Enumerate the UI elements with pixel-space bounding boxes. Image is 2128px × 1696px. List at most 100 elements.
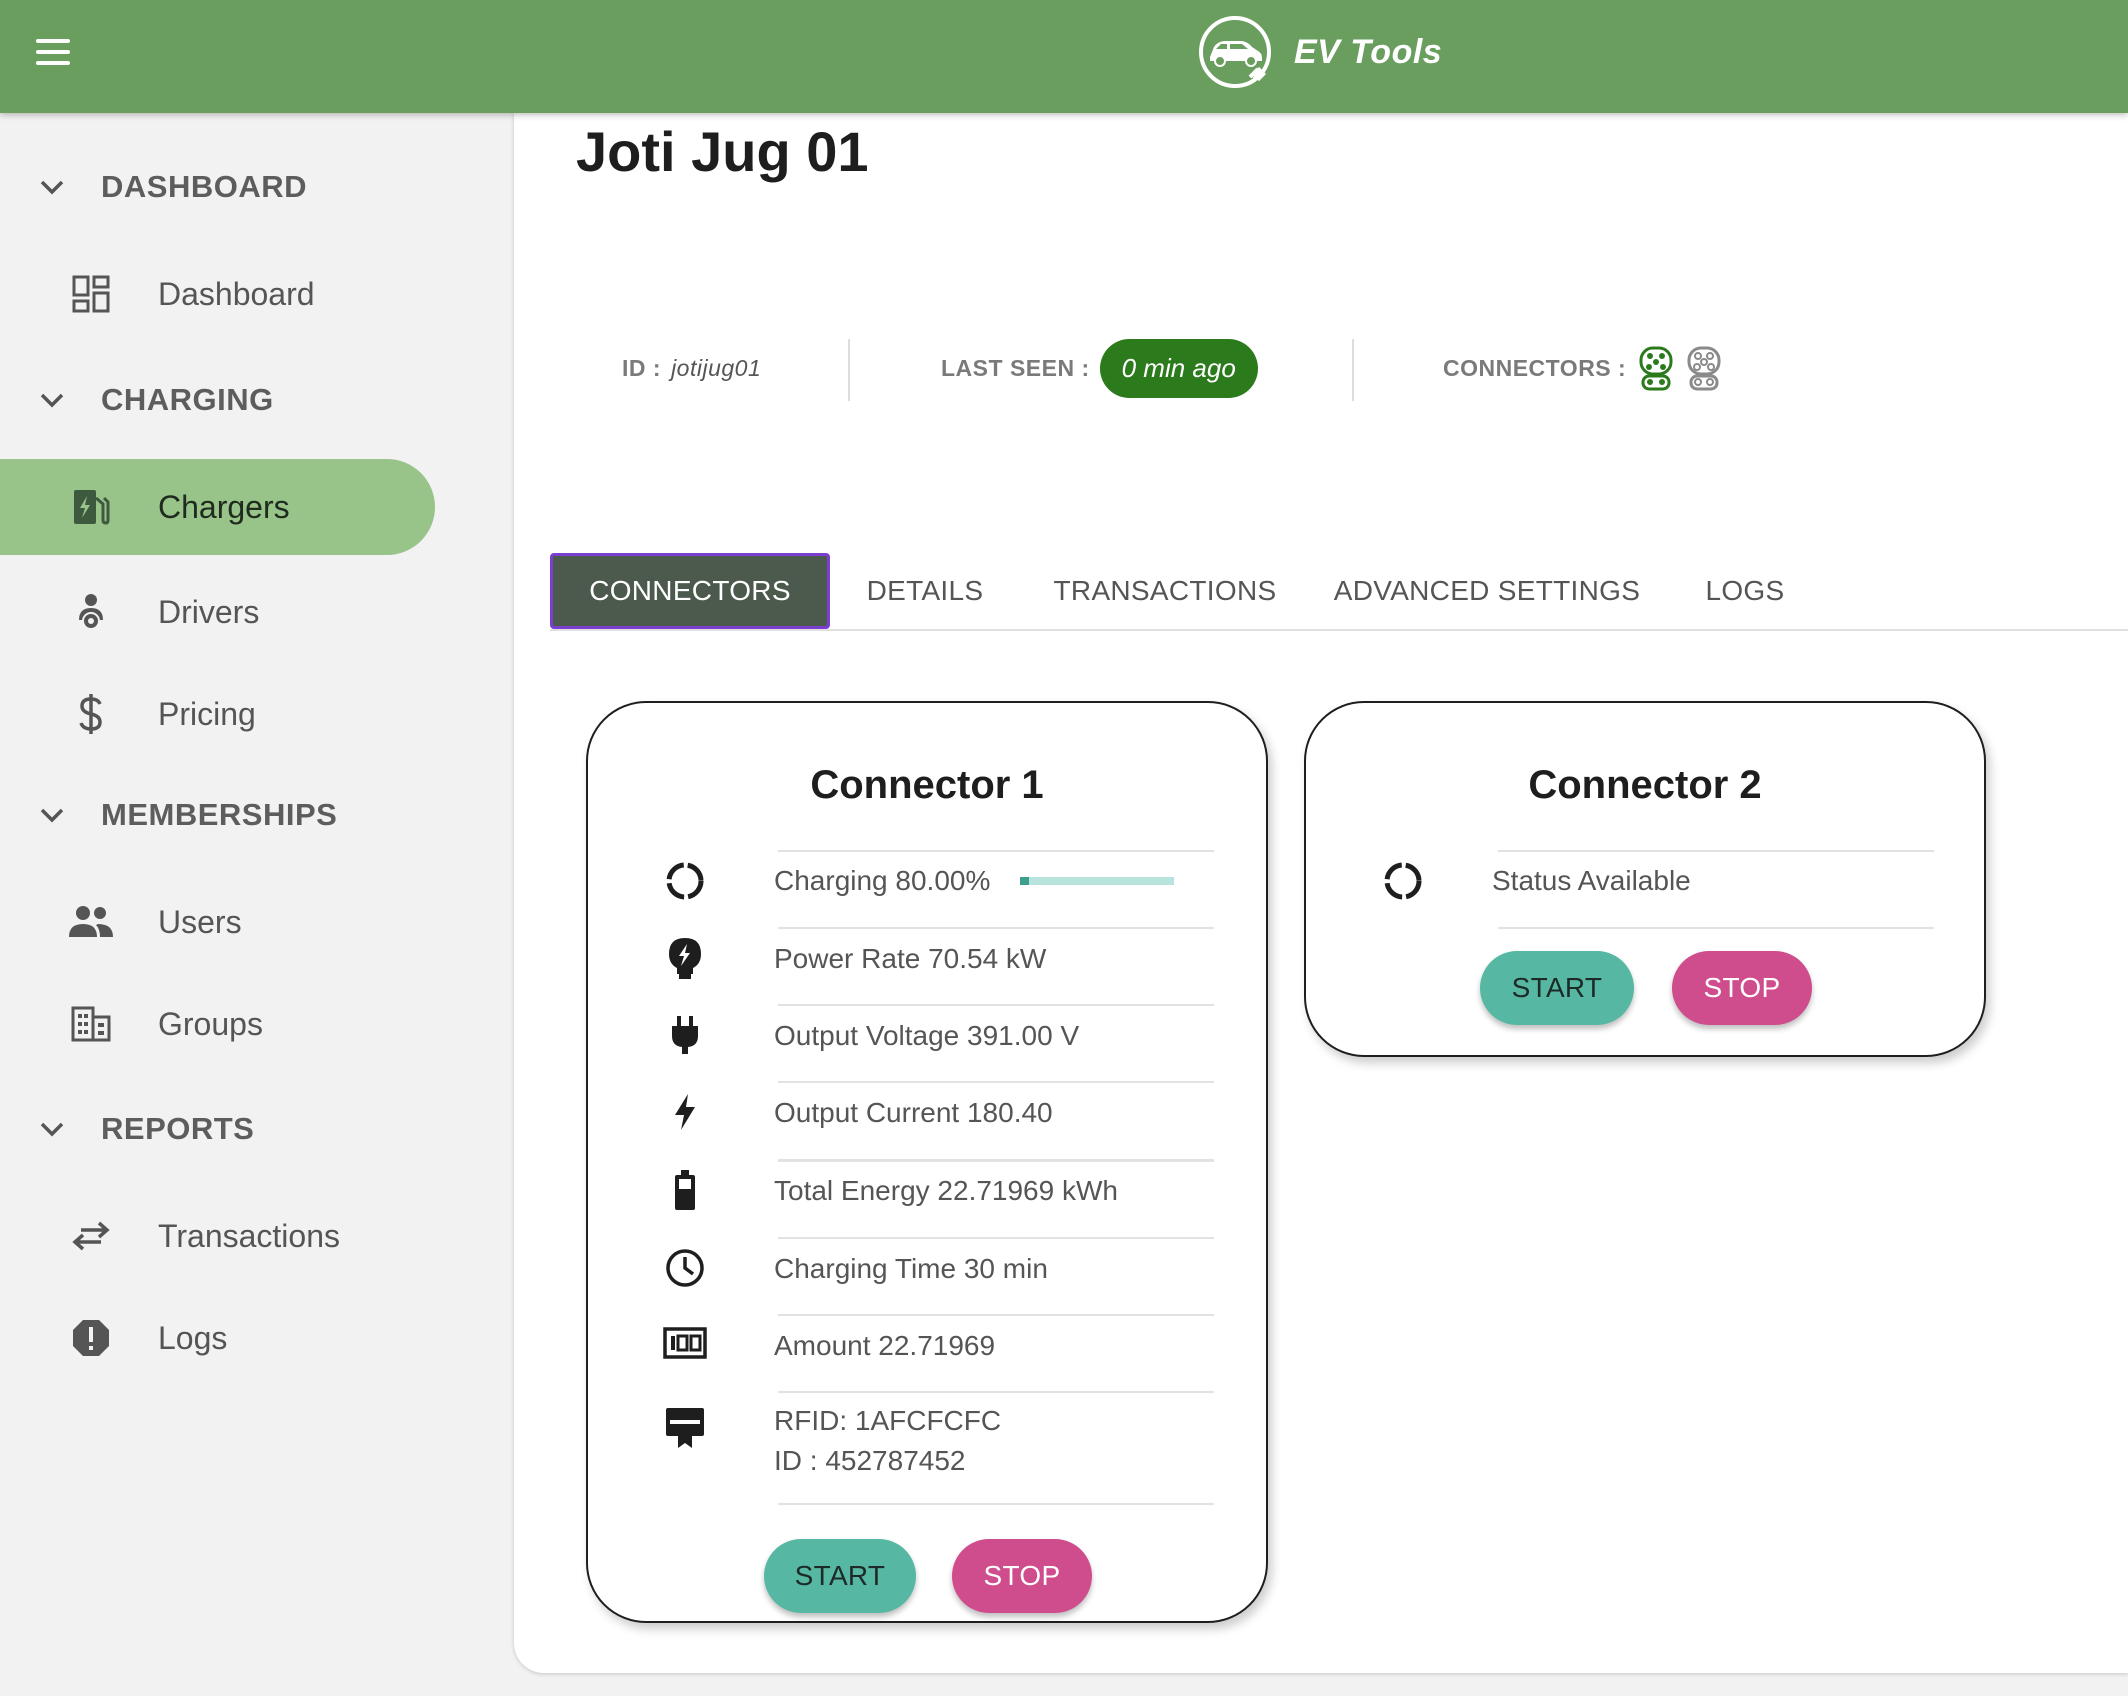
connectors-label: CONNECTORS : bbox=[1443, 354, 1627, 381]
sidebar-item-transactions[interactable]: Transactions bbox=[0, 1188, 435, 1284]
sidebar-item-chargers[interactable]: Chargers bbox=[0, 459, 435, 555]
sidebar-item-logs[interactable]: Logs bbox=[0, 1290, 435, 1386]
sidebar-item-label: Logs bbox=[158, 1319, 228, 1356]
tab-advanced-settings[interactable]: ADVANCED SETTINGS bbox=[1312, 553, 1662, 629]
connector-plug-icon[interactable] bbox=[1638, 345, 1674, 391]
stop-button[interactable]: STOP bbox=[1672, 951, 1812, 1025]
connectors-summary: CONNECTORS : bbox=[1443, 333, 1722, 403]
groups-icon bbox=[64, 997, 118, 1051]
divider bbox=[1352, 339, 1354, 401]
charger-id: ID : jotijug01 bbox=[622, 333, 761, 403]
divider bbox=[778, 1081, 1214, 1083]
section-label: DASHBOARD bbox=[101, 169, 307, 204]
output-current: Output Current 180.40 bbox=[774, 1097, 1053, 1128]
driver-icon bbox=[64, 585, 118, 639]
progress-ring-icon bbox=[1380, 858, 1426, 904]
last-seen-badge: 0 min ago bbox=[1099, 338, 1258, 398]
sidebar-item-label: Pricing bbox=[158, 695, 256, 732]
rfid-tag: RFID: 1AFCFCFC bbox=[774, 1405, 1002, 1436]
brand[interactable]: EV Tools bbox=[1196, 12, 1442, 92]
chevron-down-icon bbox=[40, 393, 64, 408]
section-dashboard[interactable]: DASHBOARD bbox=[0, 157, 512, 217]
main-content: Joti Jug 01 ID : jotijug01 LAST SEEN : 0… bbox=[514, 113, 2128, 1673]
section-label: REPORTS bbox=[101, 1111, 255, 1146]
app-title: EV Tools bbox=[1294, 32, 1443, 71]
tab-bar: CONNECTORS DETAILS TRANSACTIONS ADVANCED… bbox=[550, 553, 2128, 631]
connector-status: Status Available bbox=[1492, 865, 1691, 896]
sidebar-item-label: Chargers bbox=[158, 488, 290, 525]
swap-arrows-icon bbox=[64, 1209, 118, 1263]
last-seen: LAST SEEN : 0 min ago bbox=[941, 333, 1258, 403]
stop-button[interactable]: STOP bbox=[952, 1539, 1092, 1613]
rfid-id: ID : 452787452 bbox=[774, 1445, 966, 1476]
divider bbox=[1498, 850, 1934, 852]
connector-card-2: Connector 2 Status Available START STOP bbox=[1304, 701, 1986, 1057]
divider bbox=[778, 1314, 1214, 1316]
section-label: CHARGING bbox=[101, 382, 274, 417]
start-button[interactable]: START bbox=[1480, 951, 1634, 1025]
power-rate: Power Rate 70.54 kW bbox=[774, 943, 1047, 974]
sidebar-item-users[interactable]: Users bbox=[0, 874, 435, 970]
dashboard-icon bbox=[64, 267, 118, 321]
id-value: jotijug01 bbox=[671, 354, 762, 381]
tab-transactions[interactable]: TRANSACTIONS bbox=[1030, 553, 1300, 629]
divider bbox=[778, 927, 1214, 929]
alert-octagon-icon bbox=[64, 1311, 118, 1365]
sidebar-item-pricing[interactable]: Pricing bbox=[0, 666, 435, 762]
charging-progress-fill bbox=[1020, 877, 1030, 885]
clock-icon bbox=[662, 1245, 708, 1291]
ev-car-logo-icon bbox=[1199, 16, 1271, 88]
connector-title: Connector 2 bbox=[1528, 763, 1762, 807]
section-label: MEMBERSHIPS bbox=[101, 797, 338, 832]
connector-plug-icon[interactable] bbox=[1686, 345, 1722, 391]
tab-connectors[interactable]: CONNECTORS bbox=[550, 553, 830, 629]
app-header: EV Tools bbox=[0, 0, 2128, 113]
page-title: Joti Jug 01 bbox=[576, 120, 869, 183]
section-charging[interactable]: CHARGING bbox=[0, 370, 512, 430]
connector-title: Connector 1 bbox=[810, 763, 1044, 807]
sidebar-item-groups[interactable]: Groups bbox=[0, 976, 435, 1072]
id-label: ID : bbox=[622, 354, 662, 381]
counter-100-icon bbox=[662, 1320, 708, 1366]
section-memberships[interactable]: MEMBERSHIPS bbox=[0, 785, 512, 845]
ev-station-icon bbox=[64, 480, 118, 534]
chevron-down-icon bbox=[40, 808, 64, 823]
sidebar-item-label: Groups bbox=[158, 1005, 263, 1042]
start-button[interactable]: START bbox=[764, 1539, 916, 1613]
sidebar-item-label: Dashboard bbox=[158, 275, 315, 312]
amount: Amount 22.71969 bbox=[774, 1330, 996, 1361]
divider bbox=[778, 1159, 1214, 1162]
divider bbox=[778, 1004, 1214, 1006]
power-plug-bolt-icon bbox=[662, 935, 708, 981]
tab-logs[interactable]: LOGS bbox=[1670, 553, 1820, 629]
sidebar: DASHBOARD Dashboard CHARGING Chargers Dr… bbox=[0, 113, 512, 1696]
section-reports[interactable]: REPORTS bbox=[0, 1099, 512, 1159]
divider bbox=[848, 339, 850, 401]
charging-time: Charging Time 30 min bbox=[774, 1253, 1048, 1284]
divider bbox=[778, 1237, 1214, 1239]
rfid-card-icon bbox=[662, 1405, 708, 1451]
divider bbox=[778, 850, 1214, 852]
sidebar-item-label: Transactions bbox=[158, 1217, 340, 1254]
last-seen-label: LAST SEEN : bbox=[941, 354, 1090, 381]
connector-card-1: Connector 1 Charging 80.00% Power Rate 7… bbox=[586, 701, 1268, 1623]
divider bbox=[778, 1391, 1214, 1393]
sidebar-item-label: Drivers bbox=[158, 593, 260, 630]
chevron-down-icon bbox=[40, 1122, 64, 1137]
lightning-bolt-icon bbox=[662, 1089, 708, 1135]
charging-progress-bar bbox=[1020, 877, 1174, 885]
total-energy: Total Energy 22.71969 kWh bbox=[774, 1175, 1118, 1206]
tab-details[interactable]: DETAILS bbox=[840, 553, 1010, 629]
plug-icon bbox=[662, 1012, 708, 1058]
divider bbox=[778, 1503, 1214, 1505]
charging-status: Charging 80.00% bbox=[774, 865, 991, 896]
battery-icon bbox=[662, 1167, 708, 1213]
divider bbox=[1498, 927, 1934, 929]
sidebar-item-dashboard[interactable]: Dashboard bbox=[0, 246, 435, 342]
hamburger-menu-icon[interactable] bbox=[28, 30, 78, 74]
chevron-down-icon bbox=[40, 180, 64, 195]
sidebar-item-label: Users bbox=[158, 903, 242, 940]
sidebar-item-drivers[interactable]: Drivers bbox=[0, 564, 435, 660]
charger-info-row: ID : jotijug01 LAST SEEN : 0 min ago CON… bbox=[514, 333, 1814, 403]
output-voltage: Output Voltage 391.00 V bbox=[774, 1020, 1080, 1051]
